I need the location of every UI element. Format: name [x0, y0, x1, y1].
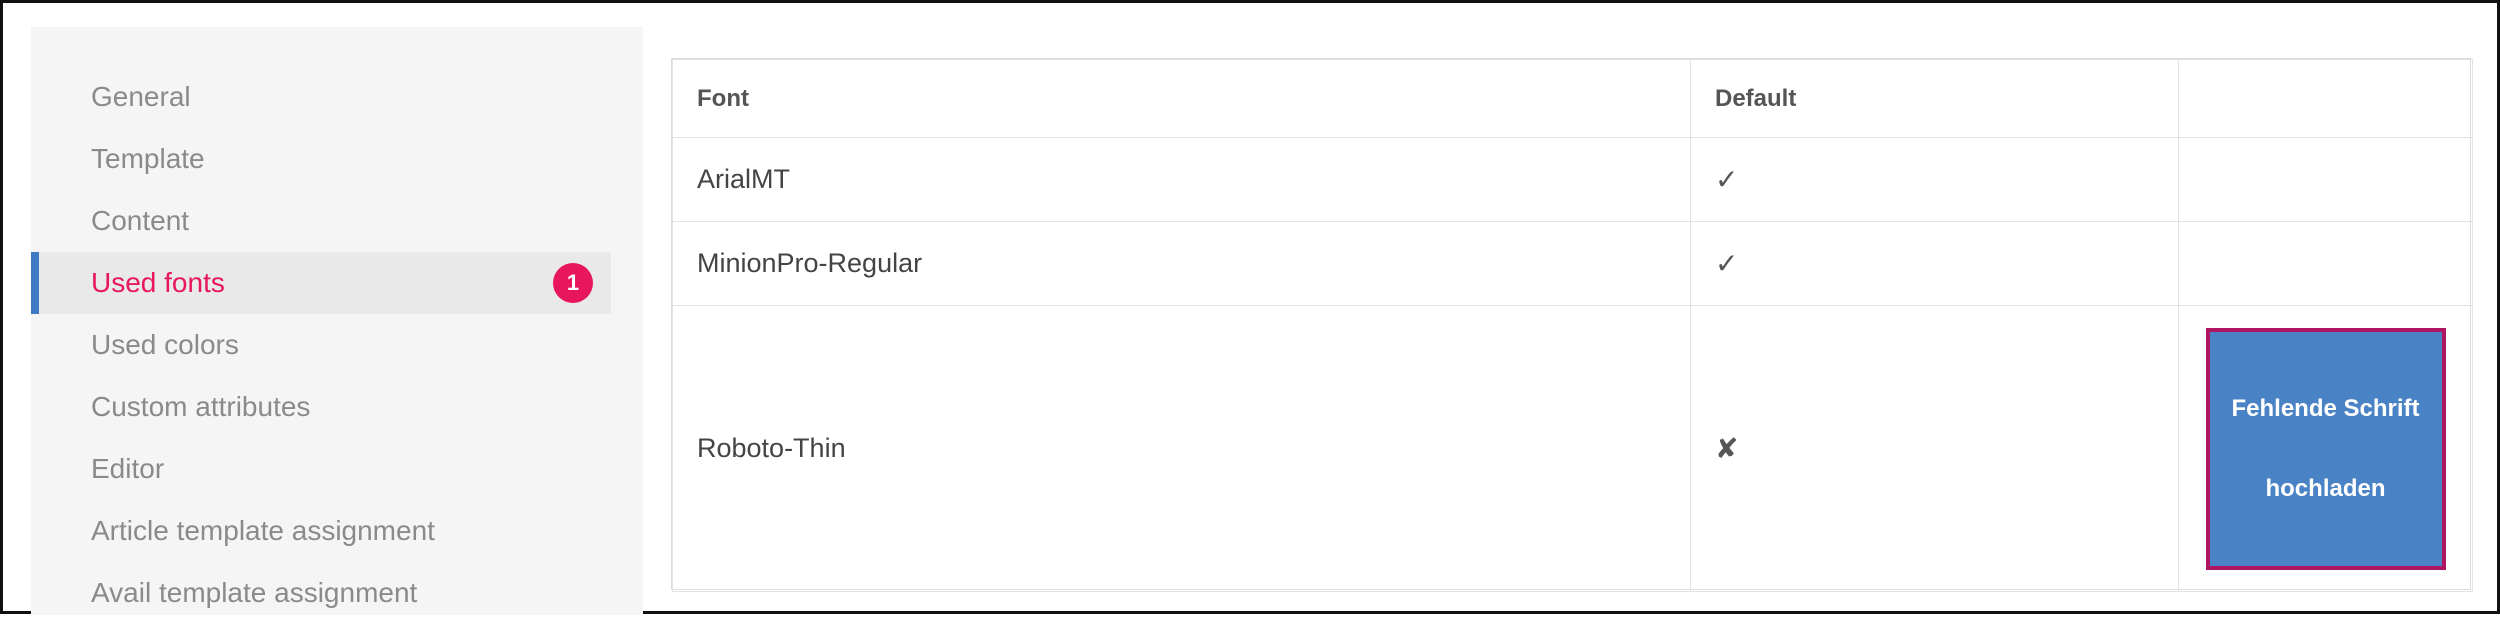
sidebar-item-label: Content	[91, 205, 190, 236]
table-row: MinionPro-Regular ✓	[672, 221, 2473, 306]
sidebar-item-general[interactable]: General	[31, 66, 611, 128]
sidebar-item-used-colors[interactable]: Used colors	[31, 314, 611, 376]
sidebar-item-article-template-assignment[interactable]: Article template assignment	[31, 500, 611, 562]
check-icon: ✓	[1715, 248, 1739, 279]
settings-sidebar: General Template Content Used fonts 1 Us…	[31, 27, 643, 615]
used-fonts-table-container: Font Default ArialMT ✓ MinionPro-Regular…	[671, 58, 2473, 592]
upload-missing-font-button[interactable]: Fehlende Schrift hochladen	[2205, 327, 2446, 570]
sidebar-item-custom-attributes[interactable]: Custom attributes	[31, 376, 611, 438]
default-cell: ✓	[1690, 137, 2179, 222]
sidebar-item-label: Article template assignment	[91, 515, 435, 546]
column-header-font: Font	[672, 59, 1691, 138]
default-cell: ✓	[1690, 221, 2179, 306]
cross-icon: ✘	[1715, 433, 1739, 464]
table-row: ArialMT ✓	[672, 137, 2473, 222]
font-name-cell: MinionPro-Regular	[672, 221, 1691, 306]
used-fonts-table: Font Default ArialMT ✓ MinionPro-Regular…	[672, 59, 2473, 592]
table-row: Roboto-Thin ✘ Fehlende Schrift hochladen	[672, 305, 2473, 592]
sidebar-item-content[interactable]: Content	[31, 190, 611, 252]
notification-badge: 1	[553, 263, 593, 303]
table-header-row: Font Default	[672, 59, 2473, 138]
column-header-action	[2178, 59, 2473, 138]
sidebar-item-label: Custom attributes	[91, 391, 311, 422]
font-name-cell: ArialMT	[672, 137, 1691, 222]
settings-nav: General Template Content Used fonts 1 Us…	[31, 27, 643, 624]
sidebar-item-label: Editor	[91, 453, 165, 484]
sidebar-item-template[interactable]: Template	[31, 128, 611, 190]
app-window: General Template Content Used fonts 1 Us…	[0, 0, 2500, 615]
font-name-cell: Roboto-Thin	[672, 305, 1691, 592]
action-cell: Fehlende Schrift hochladen	[2178, 305, 2473, 592]
sidebar-item-avail-template-assignment[interactable]: Avail template assignment	[31, 562, 611, 624]
default-cell: ✘	[1690, 305, 2179, 592]
check-icon: ✓	[1715, 164, 1739, 195]
column-header-default: Default	[1690, 59, 2179, 138]
sidebar-item-label: General	[91, 81, 191, 112]
sidebar-item-editor[interactable]: Editor	[31, 438, 611, 500]
action-cell	[2178, 137, 2473, 222]
action-cell	[2178, 221, 2473, 306]
sidebar-item-label: Used colors	[91, 329, 239, 360]
sidebar-item-label: Template	[91, 143, 205, 174]
sidebar-item-used-fonts[interactable]: Used fonts 1	[31, 252, 611, 314]
sidebar-item-label: Used fonts	[91, 267, 225, 298]
sidebar-item-label: Avail template assignment	[91, 577, 418, 608]
